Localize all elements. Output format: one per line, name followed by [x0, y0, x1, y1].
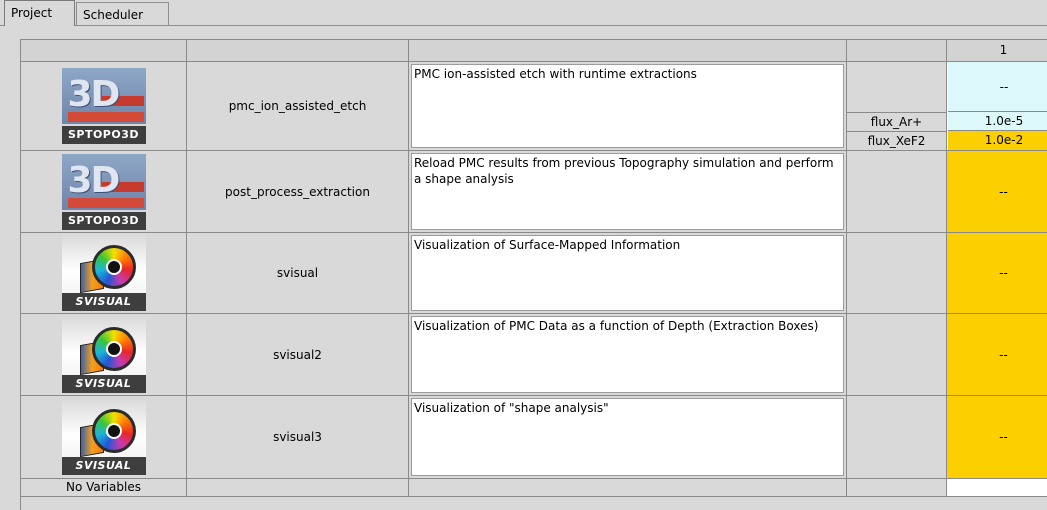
param-cell	[847, 233, 947, 314]
header-name	[187, 40, 409, 62]
table-row: SVISUAL svisual2 Visualization of PMC Da…	[21, 314, 1047, 396]
tool-cell[interactable]: SVISUAL	[21, 314, 187, 396]
tool-name[interactable]: svisual3	[187, 396, 409, 479]
tool-name-text: pmc_ion_assisted_etch	[228, 99, 367, 113]
tool-name[interactable]: pmc_ion_assisted_etch	[187, 62, 409, 151]
tool-name-text: post_process_extraction	[225, 184, 370, 199]
header-description	[409, 40, 847, 62]
tool-name[interactable]: post_process_extraction	[187, 151, 409, 233]
header-params	[847, 40, 947, 62]
footer-cell	[409, 479, 847, 497]
tab-project[interactable]: Project	[4, 0, 75, 26]
sptopo3d-icon: 3D SPTOPO3D	[61, 68, 146, 144]
value-node[interactable]: --	[947, 396, 1047, 479]
value-node[interactable]: --	[947, 151, 1047, 233]
icon-label: SPTOPO3D	[61, 126, 146, 144]
tool-name[interactable]: svisual	[187, 233, 409, 314]
description-text[interactable]: Visualization of PMC Data as a function …	[411, 316, 844, 393]
param-cell	[847, 151, 947, 233]
param-cell: flux_Ar+ flux_XeF2	[847, 62, 947, 151]
description-cell[interactable]: PMC ion-assisted etch with runtime extra…	[409, 62, 847, 151]
tool-cell[interactable]: SVISUAL	[21, 396, 187, 479]
description-text[interactable]: Visualization of "shape analysis"	[411, 398, 844, 476]
header-tool	[21, 40, 187, 62]
value-node[interactable]: 1.0e-5	[948, 112, 1047, 131]
tool-name-text: svisual	[276, 266, 319, 280]
param-cell	[847, 314, 947, 396]
svisual-icon: SVISUAL	[61, 235, 146, 311]
value-node[interactable]: --	[947, 233, 1047, 314]
svisual-icon: SVISUAL	[61, 316, 146, 393]
tool-name-text: svisual2	[273, 347, 322, 362]
tab-divider	[0, 25, 1047, 26]
description-cell[interactable]: Reload PMC results from previous Topogra…	[409, 151, 847, 233]
project-table: 1 3D SPTOPO3D pmc_ion_assisted_etch PMC …	[20, 39, 1047, 510]
tab-bar: Project Scheduler	[0, 0, 1047, 26]
description-text[interactable]: Reload PMC results from previous Topogra…	[411, 153, 844, 230]
param-name: flux_XeF2	[847, 131, 946, 151]
tool-name[interactable]: svisual2	[187, 314, 409, 396]
description-text[interactable]: Visualization of Surface-Mapped Informat…	[411, 235, 844, 311]
tool-cell[interactable]: 3D SPTOPO3D	[21, 62, 187, 151]
icon-label: SVISUAL	[61, 374, 146, 393]
value-node[interactable]: 1.0e-2	[948, 131, 1047, 150]
footer-value-cell[interactable]	[947, 479, 1047, 497]
tool-cell[interactable]: SVISUAL	[21, 233, 187, 314]
param-cell	[847, 396, 947, 479]
table-row: SVISUAL svisual Visualization of Surface…	[21, 233, 1047, 314]
icon-label: SPTOPO3D	[61, 211, 146, 230]
no-variables-label: No Variables	[21, 479, 187, 497]
tool-name-text: svisual3	[273, 430, 322, 444]
footer-cell	[187, 479, 409, 497]
table-footer-row: No Variables	[21, 479, 1047, 497]
description-cell[interactable]: Visualization of Surface-Mapped Informat…	[409, 233, 847, 314]
table-row: 3D SPTOPO3D pmc_ion_assisted_etch PMC io…	[21, 62, 1047, 151]
tool-cell[interactable]: 3D SPTOPO3D	[21, 151, 187, 233]
param-name: flux_Ar+	[847, 112, 946, 131]
description-text[interactable]: PMC ion-assisted etch with runtime extra…	[411, 64, 844, 148]
sptopo3d-icon: 3D SPTOPO3D	[61, 153, 146, 230]
table-row: SVISUAL svisual3 Visualization of "shape…	[21, 396, 1047, 479]
footer-cell	[847, 479, 947, 497]
value-cell: -- 1.0e-5 1.0e-2	[947, 62, 1047, 151]
value-node[interactable]: --	[947, 314, 1047, 396]
header-experiment-1[interactable]: 1	[947, 40, 1047, 62]
icon-label: SVISUAL	[61, 457, 146, 475]
tab-scheduler[interactable]: Scheduler	[76, 2, 169, 25]
description-cell[interactable]: Visualization of "shape analysis"	[409, 396, 847, 479]
table-row: 3D SPTOPO3D post_process_extraction Relo…	[21, 151, 1047, 233]
value-node[interactable]: --	[948, 62, 1047, 112]
description-cell[interactable]: Visualization of PMC Data as a function …	[409, 314, 847, 396]
icon-label: SVISUAL	[61, 293, 146, 311]
svisual-icon: SVISUAL	[61, 399, 146, 475]
